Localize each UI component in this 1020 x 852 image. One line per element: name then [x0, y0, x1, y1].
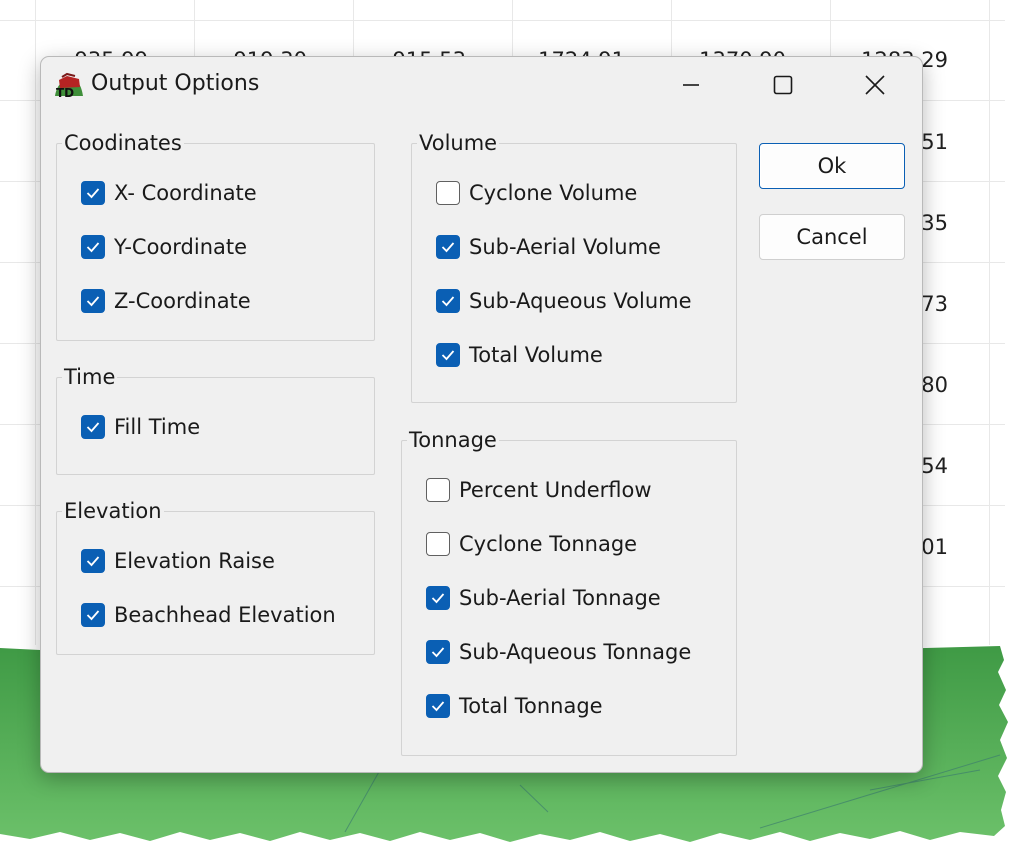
beachhead-elevation-option[interactable]: Beachhead Elevation [81, 600, 336, 630]
sub-aerial-volume-option[interactable]: Sub-Aerial Volume [436, 232, 661, 262]
cyclone-tonnage-checkbox[interactable] [426, 532, 450, 556]
z-coordinate-checkbox[interactable] [81, 289, 105, 313]
checkmark-icon [441, 350, 455, 361]
fill-time-label: Fill Time [114, 415, 201, 439]
y-coordinate-label: Y-Coordinate [114, 235, 248, 259]
cyclone-tonnage-label: Cyclone Tonnage [459, 532, 638, 556]
checkmark-icon [441, 296, 455, 307]
coordinates-group: Coodinates X- Coordinate Y-Coordinate Z-… [56, 132, 375, 341]
checkmark-icon [86, 422, 100, 433]
tonnage-group: Tonnage Percent Underflow Cyclone Tonnag… [401, 429, 737, 756]
sub-aerial-tonnage-option[interactable]: Sub-Aerial Tonnage [426, 583, 661, 613]
total-volume-label: Total Volume [469, 343, 603, 367]
checkmark-icon [86, 188, 100, 199]
checkmark-icon [86, 610, 100, 621]
elevation-raise-label: Elevation Raise [114, 549, 275, 573]
close-button[interactable] [829, 57, 921, 113]
checkmark-icon [86, 242, 100, 253]
beachhead-elevation-checkbox[interactable] [81, 603, 105, 627]
sub-aerial-volume-checkbox[interactable] [436, 235, 460, 259]
sub-aerial-tonnage-label: Sub-Aerial Tonnage [459, 586, 661, 610]
cancel-button[interactable]: Cancel [759, 214, 905, 260]
checkmark-icon [86, 296, 100, 307]
z-coordinate-option[interactable]: Z-Coordinate [81, 286, 251, 316]
close-icon [865, 75, 885, 95]
sub-aerial-tonnage-checkbox[interactable] [426, 586, 450, 610]
total-tonnage-label: Total Tonnage [459, 694, 603, 718]
sub-aqueous-tonnage-label: Sub-Aqueous Tonnage [459, 640, 692, 664]
checkmark-icon [441, 242, 455, 253]
volume-legend: Volume [419, 131, 498, 155]
cyclone-tonnage-option[interactable]: Cyclone Tonnage [426, 529, 637, 559]
elevation-legend: Elevation [64, 499, 162, 523]
minimize-button[interactable] [645, 57, 737, 113]
time-group: Time Fill Time [56, 366, 375, 475]
sub-aqueous-tonnage-option[interactable]: Sub-Aqueous Tonnage [426, 637, 691, 667]
total-tonnage-option[interactable]: Total Tonnage [426, 691, 603, 721]
sub-aqueous-tonnage-checkbox[interactable] [426, 640, 450, 664]
x-coordinate-option[interactable]: X- Coordinate [81, 178, 257, 208]
percent-underflow-option[interactable]: Percent Underflow [426, 475, 652, 505]
tonnage-legend: Tonnage [409, 428, 497, 452]
beachhead-elevation-label: Beachhead Elevation [114, 603, 336, 627]
total-tonnage-checkbox[interactable] [426, 694, 450, 718]
y-coordinate-option[interactable]: Y-Coordinate [81, 232, 247, 262]
sub-aqueous-volume-option[interactable]: Sub-Aqueous Volume [436, 286, 692, 316]
z-coordinate-label: Z-Coordinate [114, 289, 251, 313]
checkmark-icon [431, 701, 445, 712]
dialog-title: Output Options [91, 71, 260, 96]
checkmark-icon [431, 647, 445, 658]
total-volume-checkbox[interactable] [436, 343, 460, 367]
title-bar[interactable]: TD Output Options [41, 57, 922, 113]
coordinates-legend: Coodinates [64, 131, 182, 155]
checkmark-icon [86, 556, 100, 567]
percent-underflow-label: Percent Underflow [459, 478, 652, 502]
ok-button[interactable]: Ok [759, 143, 905, 189]
elevation-group: Elevation Elevation Raise Beachhead Elev… [56, 500, 375, 655]
tailings-dam-app-icon: TD [53, 70, 85, 100]
elevation-raise-option[interactable]: Elevation Raise [81, 546, 275, 576]
fill-time-option[interactable]: Fill Time [81, 412, 200, 442]
maximize-icon [773, 75, 793, 95]
svg-text:TD: TD [56, 86, 74, 100]
checkmark-icon [431, 593, 445, 604]
elevation-raise-checkbox[interactable] [81, 549, 105, 573]
time-legend: Time [64, 365, 116, 389]
percent-underflow-checkbox[interactable] [426, 478, 450, 502]
sub-aqueous-volume-checkbox[interactable] [436, 289, 460, 313]
x-coordinate-label: X- Coordinate [114, 181, 257, 205]
cyclone-volume-checkbox[interactable] [436, 181, 460, 205]
maximize-button[interactable] [737, 57, 829, 113]
cyclone-volume-label: Cyclone Volume [469, 181, 638, 205]
total-volume-option[interactable]: Total Volume [436, 340, 603, 370]
sub-aqueous-volume-label: Sub-Aqueous Volume [469, 289, 692, 313]
y-coordinate-checkbox[interactable] [81, 235, 105, 259]
cyclone-volume-option[interactable]: Cyclone Volume [436, 178, 637, 208]
x-coordinate-checkbox[interactable] [81, 181, 105, 205]
volume-group: Volume Cyclone Volume Sub-Aerial Volume … [411, 132, 737, 403]
output-options-dialog: TD Output Options Coodinates X- Coordina… [40, 56, 923, 773]
minimize-icon [683, 84, 699, 86]
sub-aerial-volume-label: Sub-Aerial Volume [469, 235, 661, 259]
fill-time-checkbox[interactable] [81, 415, 105, 439]
